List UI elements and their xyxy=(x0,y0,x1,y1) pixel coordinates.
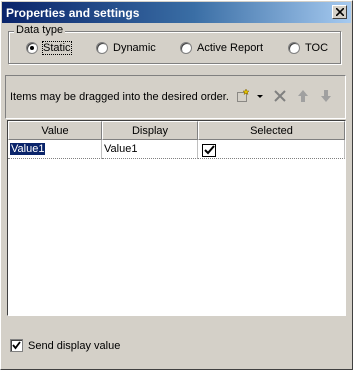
grid-header: Value Display Selected xyxy=(8,121,345,140)
send-display-value-label: Send display value xyxy=(28,339,121,352)
send-display-value-option[interactable]: Send display value xyxy=(10,339,120,352)
move-up-button[interactable] xyxy=(295,88,311,104)
radio-toc-label: TOC xyxy=(305,42,329,54)
radio-static[interactable]: Static xyxy=(26,41,72,55)
radio-active-report[interactable]: Active Report xyxy=(180,41,263,55)
cell-display[interactable]: Value1 xyxy=(102,140,198,159)
radio-toc[interactable]: TOC xyxy=(288,41,328,55)
checkmark-icon xyxy=(204,145,215,155)
column-header-selected[interactable]: Selected xyxy=(198,121,345,140)
title-bar[interactable]: Properties and settings xyxy=(2,2,351,23)
column-header-display[interactable]: Display xyxy=(102,121,198,140)
radio-active-report-label: Active Report xyxy=(197,42,264,54)
radio-active-report-button[interactable] xyxy=(180,42,192,54)
cell-display-text: Value1 xyxy=(104,143,138,155)
drag-hint: Items may be dragged into the desired or… xyxy=(10,91,229,103)
send-display-value-checkbox[interactable] xyxy=(10,339,23,352)
cell-value[interactable]: Value1 xyxy=(8,140,102,159)
radio-toc-button[interactable] xyxy=(288,42,300,54)
table-row[interactable]: Value1 Value1 xyxy=(8,140,345,159)
move-down-icon xyxy=(321,90,331,102)
radio-dynamic[interactable]: Dynamic xyxy=(96,41,156,55)
window-title: Properties and settings xyxy=(6,6,140,20)
selected-checkbox[interactable] xyxy=(202,144,216,157)
cell-selected[interactable] xyxy=(198,140,345,159)
move-up-icon xyxy=(298,90,308,102)
delete-button[interactable] xyxy=(272,88,288,104)
checkmark-icon xyxy=(12,341,21,350)
move-down-button[interactable] xyxy=(318,88,334,104)
dropdown-arrow-icon xyxy=(257,95,263,98)
items-grid[interactable]: Value Display Selected Value1 Value1 xyxy=(7,120,346,316)
cell-value-text: Value1 xyxy=(10,143,46,155)
close-button[interactable] xyxy=(332,5,347,19)
new-item-dropdown[interactable] xyxy=(256,88,264,104)
radio-dynamic-button[interactable] xyxy=(96,42,108,54)
radio-static-label: Static xyxy=(42,41,72,55)
radio-dynamic-label: Dynamic xyxy=(113,42,156,54)
new-item-button[interactable] xyxy=(235,88,251,104)
data-type-legend: Data type xyxy=(14,24,66,36)
radio-static-button[interactable] xyxy=(26,42,38,54)
new-item-icon xyxy=(237,88,250,102)
delete-icon xyxy=(274,90,286,102)
close-icon xyxy=(336,8,344,16)
column-header-value[interactable]: Value xyxy=(8,121,102,140)
